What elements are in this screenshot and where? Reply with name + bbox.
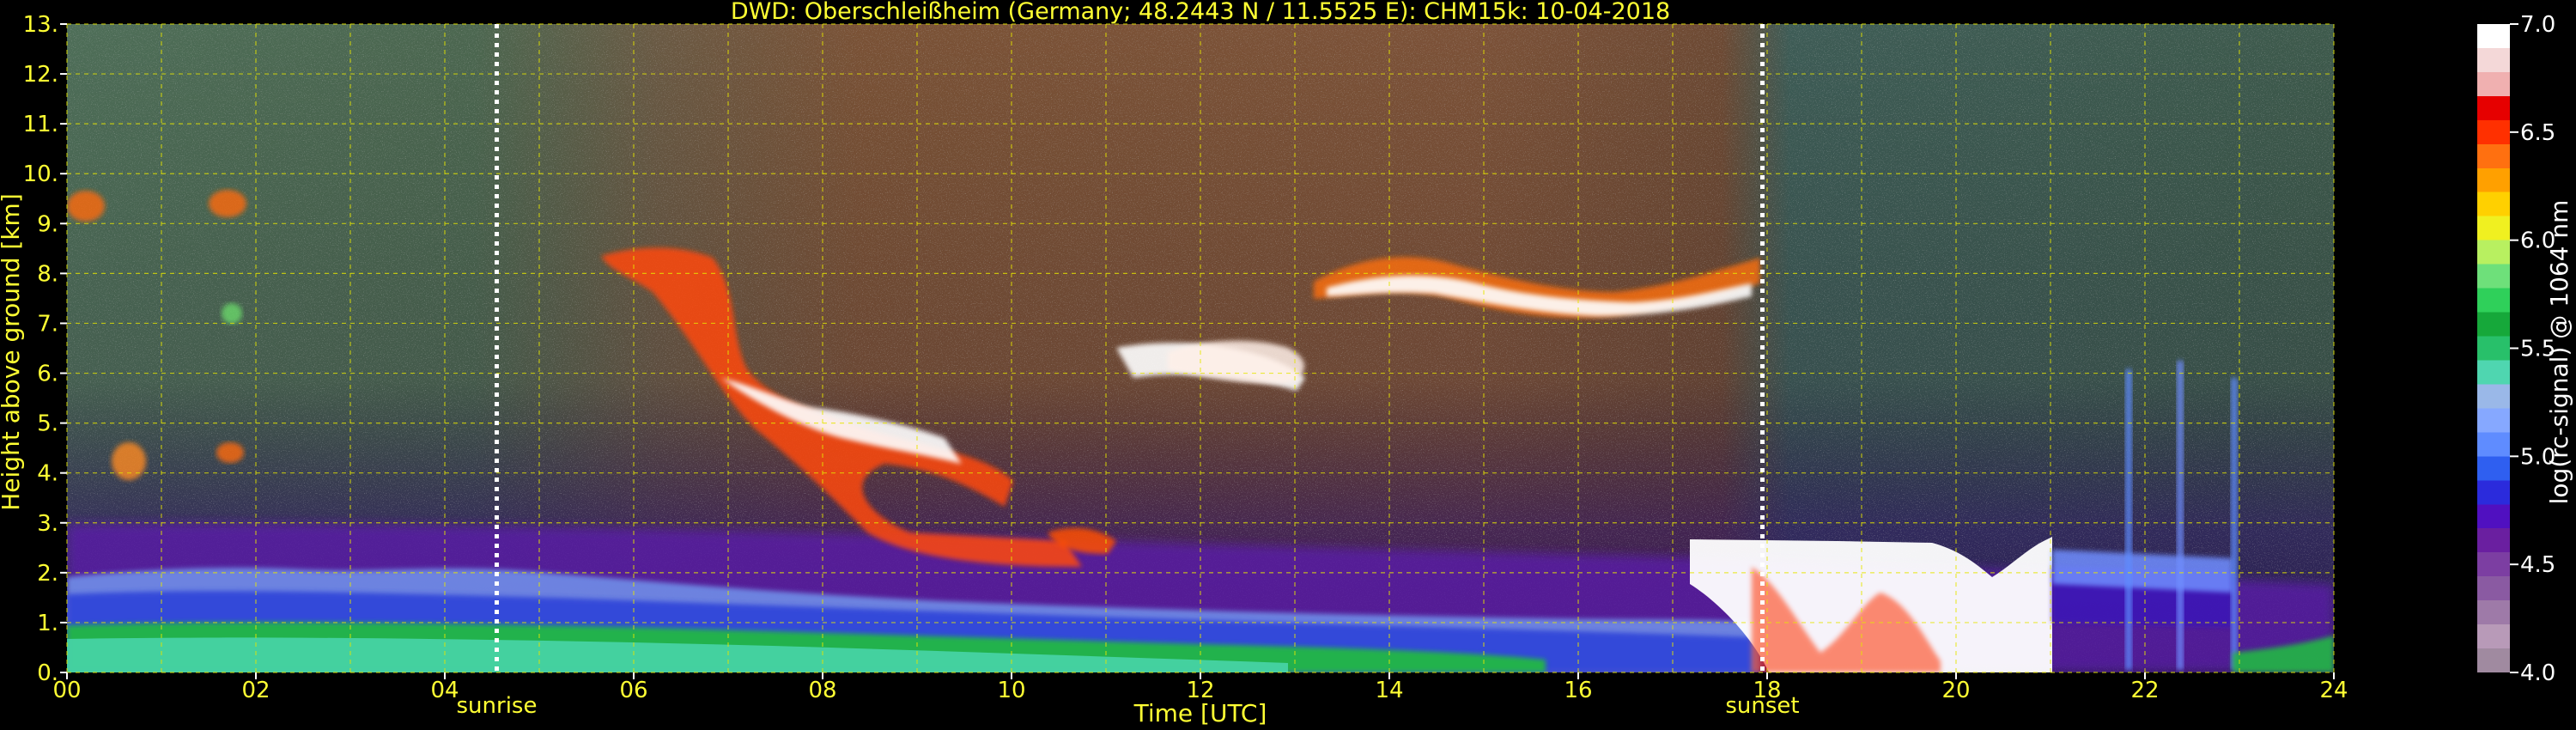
colorbar-gradient <box>2477 24 2510 672</box>
y-tick-label: 4. <box>37 461 58 487</box>
patch-02-upper <box>209 190 246 217</box>
x-tick-label: 20 <box>1941 678 1970 703</box>
patch-02-mid <box>222 303 242 324</box>
y-tick-label: 2. <box>37 561 58 587</box>
colorbar-label: log(rc-signal) @ 1064 nm <box>2545 200 2573 505</box>
y-tick-label: 5. <box>37 411 58 437</box>
x-tick-label: 22 <box>2130 678 2159 703</box>
y-tick-labels: 0. 1. 2. 3. 4. 5. 6. 7. 8. 9. 10. 11. 12. 13. <box>23 12 67 686</box>
patch-00-upper <box>67 191 105 222</box>
x-tick-label: 08 <box>808 678 836 703</box>
x-tick-label: 06 <box>619 678 647 703</box>
y-tick-label: 0. <box>37 660 58 686</box>
chart-title: DWD: Oberschleißheim (Germany; 48.2443 N… <box>731 0 1670 25</box>
y-tick-label: 12. <box>23 62 58 88</box>
x-tick-label: 02 <box>241 678 270 703</box>
y-tick-label: 7. <box>37 311 58 337</box>
x-tick-label: 24 <box>2319 678 2348 703</box>
lidar-ceilometer-chart: DWD: Oberschleißheim (Germany; 48.2443 N… <box>0 0 2573 727</box>
x-tick-label: 04 <box>430 678 459 703</box>
patch-02-lower <box>216 442 244 463</box>
colorbar: 4.04.55.05.56.06.57.0 log(rc-signal) @ 1… <box>2477 12 2573 686</box>
y-tick-label: 11. <box>23 112 58 137</box>
colorbar-tick-label: 6.5 <box>2520 120 2555 146</box>
y-tick-label: 10. <box>23 161 58 187</box>
streak-3 <box>2231 378 2238 670</box>
x-tick-label: 10 <box>997 678 1025 703</box>
colorbar-tick-label: 4.5 <box>2520 552 2555 578</box>
x-tick-label: 16 <box>1564 678 1592 703</box>
x-tick-label: 18 <box>1753 678 1781 703</box>
colorbar-tick-label: 4.0 <box>2520 660 2555 686</box>
y-tick-label: 9. <box>37 211 58 237</box>
y-tick-label: 13. <box>23 12 58 38</box>
y-tick-label: 8. <box>37 261 58 287</box>
x-axis-label: Time [UTC] <box>1133 699 1267 727</box>
streak-1 <box>2125 369 2132 670</box>
marker-label-sunrise: sunrise <box>457 693 538 719</box>
x-tick-label: 14 <box>1375 678 1403 703</box>
y-tick-label: 3. <box>37 511 58 537</box>
y-axis-label: Height above ground [km] <box>0 193 25 511</box>
y-tick-label: 1. <box>37 611 58 636</box>
patch-00-lower <box>112 442 146 480</box>
streak-2 <box>2177 361 2184 670</box>
y-tick-label: 6. <box>37 362 58 387</box>
colorbar-tick-label: 7.0 <box>2520 12 2555 38</box>
